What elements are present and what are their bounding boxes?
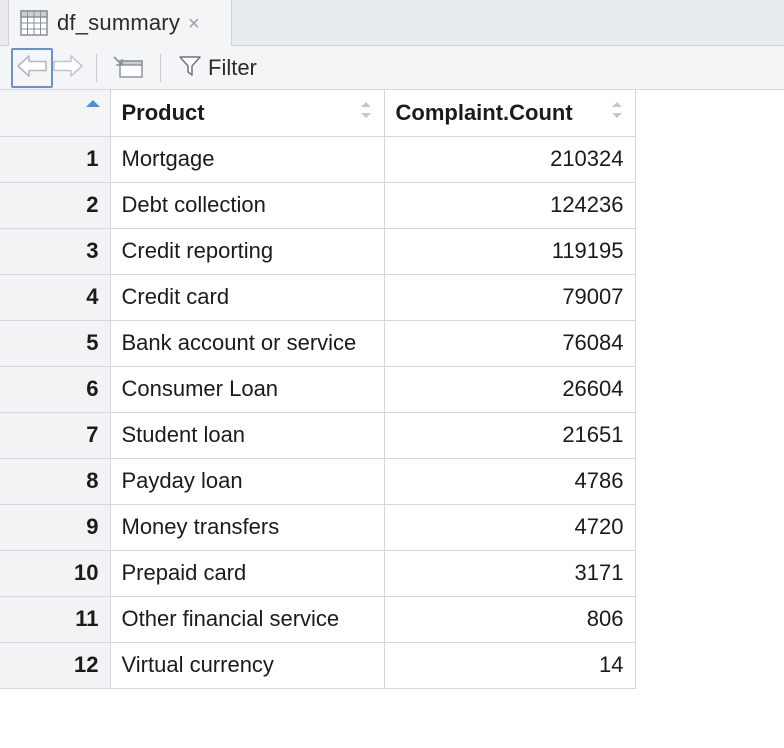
table-row: 6 Consumer Loan 26604 bbox=[0, 365, 636, 413]
complaint-count-cell[interactable]: 21651 bbox=[383, 411, 636, 459]
product-cell[interactable]: Mortgage bbox=[109, 135, 385, 183]
filter-label: Filter bbox=[208, 55, 257, 80]
row-number: 12 bbox=[0, 641, 111, 689]
complaint-count-cell[interactable]: 210324 bbox=[383, 135, 636, 183]
popout-button[interactable] bbox=[108, 52, 148, 86]
sort-icon bbox=[611, 102, 622, 118]
toolbar-divider bbox=[160, 54, 161, 82]
toolbar-divider bbox=[96, 54, 97, 82]
complaint-count-cell[interactable]: 3171 bbox=[383, 549, 636, 597]
row-number: 2 bbox=[0, 181, 111, 229]
product-cell[interactable]: Credit reporting bbox=[109, 227, 385, 275]
data-table: Product Complaint.Count 1 Mortgage 21032… bbox=[0, 90, 636, 689]
row-number: 8 bbox=[0, 457, 111, 505]
table-row: 11 Other financial service 806 bbox=[0, 595, 636, 643]
table-row: 3 Credit reporting 119195 bbox=[0, 227, 636, 275]
close-icon[interactable]: × bbox=[188, 13, 200, 36]
row-number: 6 bbox=[0, 365, 111, 413]
rownum-header[interactable] bbox=[0, 90, 111, 137]
arrow-left-icon bbox=[15, 53, 49, 84]
row-number: 7 bbox=[0, 411, 111, 459]
complaint-count-cell[interactable]: 4786 bbox=[383, 457, 636, 505]
table-row: 7 Student loan 21651 bbox=[0, 411, 636, 459]
arrow-right-icon bbox=[51, 53, 85, 84]
row-number: 10 bbox=[0, 549, 111, 597]
product-cell[interactable]: Prepaid card bbox=[109, 549, 385, 597]
table-row: 9 Money transfers 4720 bbox=[0, 503, 636, 551]
row-number: 1 bbox=[0, 135, 111, 183]
product-cell[interactable]: Other financial service bbox=[109, 595, 385, 643]
tab-title: df_summary bbox=[57, 10, 181, 35]
table-row: 2 Debt collection 124236 bbox=[0, 181, 636, 229]
row-number: 9 bbox=[0, 503, 111, 551]
tab-bar: df_summary × bbox=[0, 0, 784, 46]
table-row: 4 Credit card 79007 bbox=[0, 273, 636, 321]
table-row: 8 Payday loan 4786 bbox=[0, 457, 636, 505]
tab-df-summary[interactable]: df_summary × bbox=[8, 0, 232, 46]
complaint-count-cell[interactable]: 124236 bbox=[383, 181, 636, 229]
table-row: 10 Prepaid card 3171 bbox=[0, 549, 636, 597]
back-button[interactable] bbox=[11, 48, 53, 88]
product-column-header[interactable]: Product bbox=[109, 90, 385, 137]
forward-button[interactable] bbox=[50, 48, 86, 88]
funnel-icon bbox=[178, 54, 202, 83]
sort-icon bbox=[360, 102, 371, 118]
row-number: 5 bbox=[0, 319, 111, 367]
popout-window-icon bbox=[111, 53, 145, 86]
row-number: 3 bbox=[0, 227, 111, 275]
toolbar: Filter bbox=[0, 46, 784, 90]
product-cell[interactable]: Bank account or service bbox=[109, 319, 385, 367]
complaint-count-cell[interactable]: 79007 bbox=[383, 273, 636, 321]
complaint-count-cell[interactable]: 14 bbox=[383, 641, 636, 689]
complaint-count-cell[interactable]: 4720 bbox=[383, 503, 636, 551]
complaint-count-cell[interactable]: 26604 bbox=[383, 365, 636, 413]
sort-ascending-icon bbox=[85, 100, 100, 107]
complaint-count-cell[interactable]: 76084 bbox=[383, 319, 636, 367]
product-cell[interactable]: Consumer Loan bbox=[109, 365, 385, 413]
row-number: 4 bbox=[0, 273, 111, 321]
product-cell[interactable]: Virtual currency bbox=[109, 641, 385, 689]
product-cell[interactable]: Student loan bbox=[109, 411, 385, 459]
product-cell[interactable]: Debt collection bbox=[109, 181, 385, 229]
product-cell[interactable]: Payday loan bbox=[109, 457, 385, 505]
product-cell[interactable]: Credit card bbox=[109, 273, 385, 321]
table-row: 12 Virtual currency 14 bbox=[0, 641, 636, 689]
table-row: 5 Bank account or service 76084 bbox=[0, 319, 636, 367]
product-cell[interactable]: Money transfers bbox=[109, 503, 385, 551]
complaint-count-cell[interactable]: 119195 bbox=[383, 227, 636, 275]
header-row: Product Complaint.Count bbox=[0, 90, 636, 137]
complaint-count-cell[interactable]: 806 bbox=[383, 595, 636, 643]
complaint-count-column-header[interactable]: Complaint.Count bbox=[383, 90, 636, 137]
table-grid-icon bbox=[19, 8, 49, 38]
table-row: 1 Mortgage 210324 bbox=[0, 135, 636, 183]
filter-button[interactable]: Filter bbox=[178, 50, 265, 86]
row-number: 11 bbox=[0, 595, 111, 643]
